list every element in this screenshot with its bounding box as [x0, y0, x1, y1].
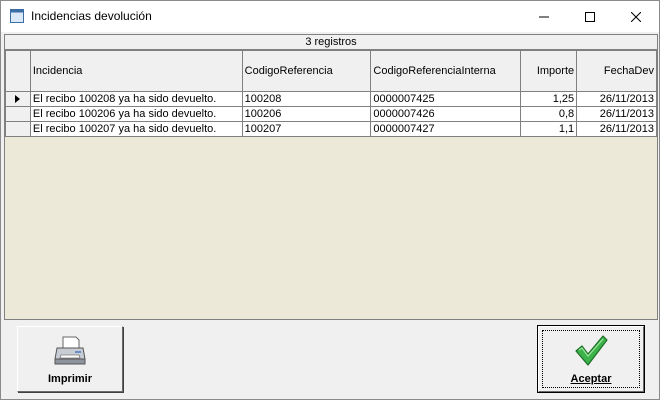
- cell-codigo-referencia-interna[interactable]: 0000007426: [370, 106, 522, 122]
- checkmark-icon: [575, 335, 608, 366]
- cell-fecha-dev[interactable]: 26/11/2013: [576, 106, 657, 122]
- row-indicator: [5, 91, 31, 107]
- record-count: 3 registros: [5, 35, 657, 50]
- maximize-icon: [585, 11, 595, 22]
- cell-importe[interactable]: 1,1: [520, 121, 578, 137]
- row-indicator: [5, 106, 31, 122]
- title-bar: Incidencias devolución: [1, 1, 659, 32]
- current-row-arrow-icon: [15, 94, 21, 103]
- cell-incidencia[interactable]: El recibo 100208 ya ha sido devuelto.: [29, 91, 243, 107]
- cell-incidencia[interactable]: El recibo 100207 ya ha sido devuelto.: [29, 121, 243, 137]
- cell-codigo-referencia[interactable]: 100206: [241, 106, 372, 122]
- table-header-row: Incidencia CodigoReferencia CodigoRefere…: [5, 50, 657, 92]
- incidencias-grid[interactable]: 3 registros Incidencia CodigoReferencia: [4, 34, 658, 320]
- table-row[interactable]: El recibo 100206 ya ha sido devuelto. 10…: [5, 106, 657, 122]
- minimize-button[interactable]: [521, 1, 567, 32]
- table-row[interactable]: El recibo 100207 ya ha sido devuelto. 10…: [5, 121, 657, 137]
- cell-importe[interactable]: 0,8: [520, 106, 578, 122]
- cell-fecha-dev[interactable]: 26/11/2013: [576, 91, 657, 107]
- print-button[interactable]: Imprimir: [17, 326, 123, 392]
- close-button[interactable]: [613, 1, 659, 32]
- accept-button[interactable]: Aceptar: [537, 325, 645, 393]
- column-header-incidencia[interactable]: Incidencia: [29, 50, 243, 92]
- cell-codigo-referencia-interna[interactable]: 0000007427: [370, 121, 522, 137]
- column-header-importe[interactable]: Importe: [520, 50, 578, 92]
- cell-codigo-referencia-interna[interactable]: 0000007425: [370, 91, 522, 107]
- minimize-icon: [539, 16, 549, 17]
- accept-button-label: Aceptar: [570, 373, 612, 385]
- close-icon: [631, 11, 641, 22]
- cell-fecha-dev[interactable]: 26/11/2013: [576, 121, 657, 137]
- column-header-fecha-dev[interactable]: FechaDev: [576, 50, 657, 92]
- column-header-codigo-referencia[interactable]: CodigoReferencia: [241, 50, 372, 92]
- column-header-codigo-referencia-interna[interactable]: CodigoReferenciaInterna: [370, 50, 522, 92]
- cell-codigo-referencia[interactable]: 100207: [241, 121, 372, 137]
- print-button-label: Imprimir: [47, 373, 92, 385]
- data-table: Incidencia CodigoReferencia CodigoRefere…: [5, 50, 657, 137]
- printer-icon: [54, 336, 86, 365]
- dialog-window: Incidencias devolución 3 registros Incid…: [0, 0, 660, 400]
- cell-incidencia[interactable]: El recibo 100206 ya ha sido devuelto.: [29, 106, 243, 122]
- cell-importe[interactable]: 1,25: [520, 91, 578, 107]
- maximize-button[interactable]: [567, 1, 613, 32]
- cell-codigo-referencia[interactable]: 100208: [241, 91, 372, 107]
- indicator-header: [5, 50, 31, 92]
- window-app-icon: [10, 9, 24, 23]
- window-title: Incidencias devolución: [31, 9, 152, 23]
- dialog-client: 3 registros Incidencia CodigoReferencia: [1, 32, 659, 399]
- row-indicator: [5, 121, 31, 137]
- table-row[interactable]: El recibo 100208 ya ha sido devuelto. 10…: [5, 91, 657, 107]
